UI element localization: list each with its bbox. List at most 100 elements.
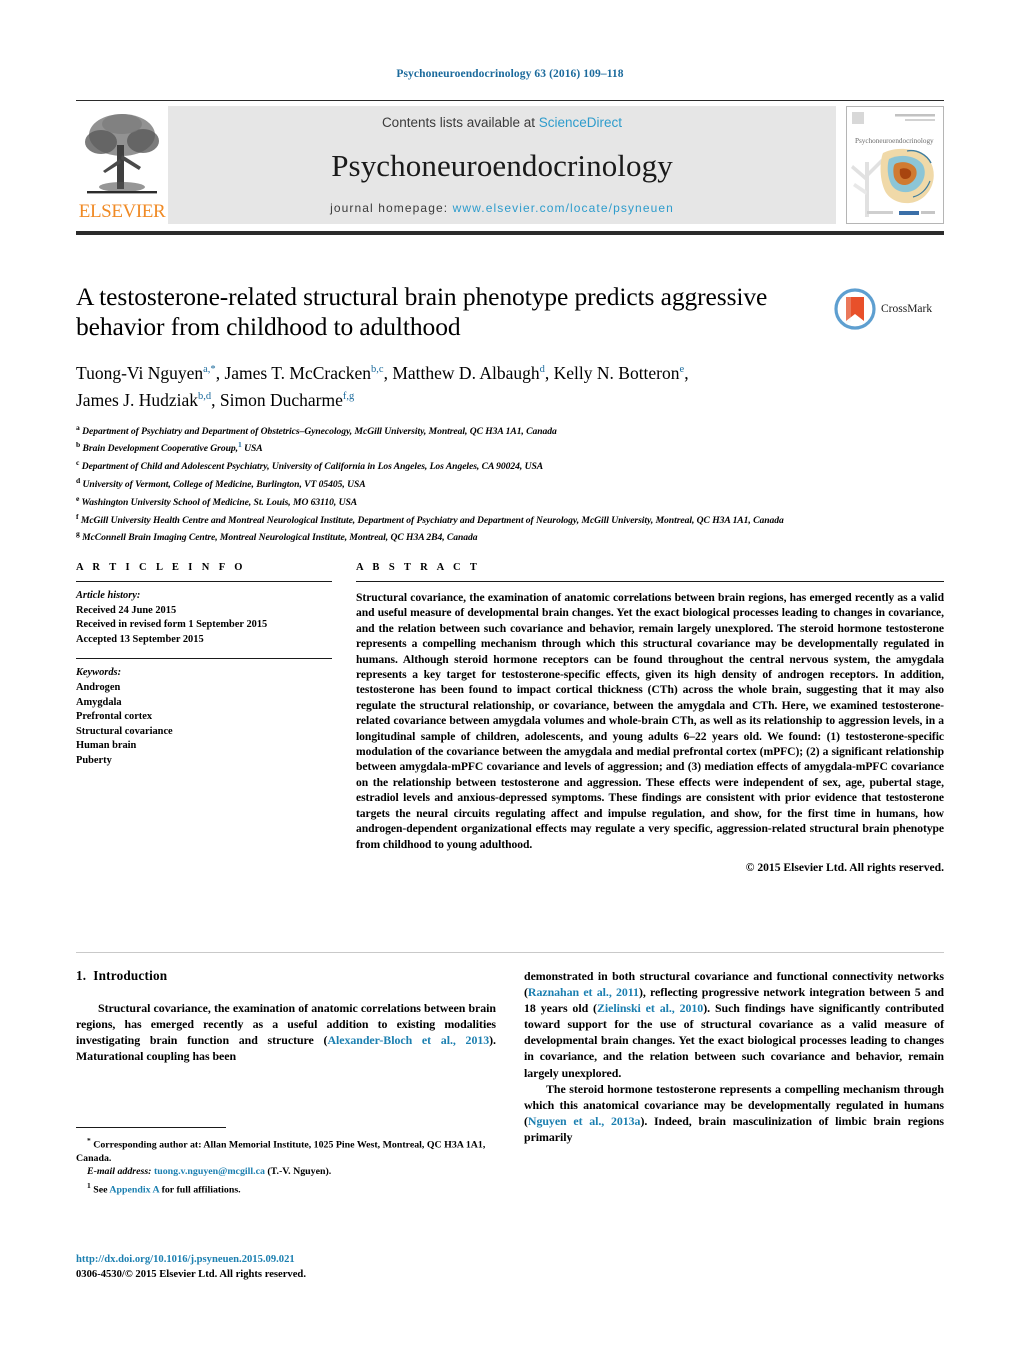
keyword-item[interactable]: Puberty <box>76 755 112 766</box>
affiliation-item: f McGill University Health Centre and Mo… <box>76 510 944 528</box>
affiliation-text-cont: USA <box>241 443 263 455</box>
affiliation-item: g McConnell Brain Imaging Centre, Montre… <box>76 527 944 545</box>
author-affil-mark[interactable]: b,c <box>371 364 384 375</box>
journal-title: Psychoneuroendocrinology <box>331 147 673 183</box>
footnote-rule <box>76 1127 226 1128</box>
author-affil-mark[interactable]: b,d <box>198 391 211 402</box>
homepage-prefix: journal homepage: <box>330 201 453 215</box>
page-title: A testosterone-related structural brain … <box>76 282 768 341</box>
author-affil-mark[interactable]: d <box>540 364 545 375</box>
crossmark-badge[interactable]: CrossMark <box>834 286 944 332</box>
email-suffix: (T.-V. Nguyen). <box>264 1166 332 1178</box>
abstract-block: A B S T R A C T Structural covariance, t… <box>356 562 944 874</box>
doi-footer: http://dx.doi.org/10.1016/j.psyneuen.201… <box>76 1252 506 1282</box>
author-name: Simon Ducharme <box>219 389 343 410</box>
affiliation-item: c Department of Child and Adolescent Psy… <box>76 456 944 474</box>
keywords-label: Keywords: <box>76 667 122 679</box>
affiliation-text: Brain Development Cooperative Group, <box>82 443 238 455</box>
section-title: Introduction <box>93 968 168 983</box>
paragraph: The steroid hormone testosterone represe… <box>524 1081 944 1145</box>
affiliation-mark: c <box>76 458 80 468</box>
journal-homepage-line: journal homepage: www.elsevier.com/locat… <box>330 201 674 215</box>
author-name: Matthew D. Albaugh <box>392 362 540 383</box>
affiliation-mark: f <box>76 511 79 521</box>
keyword-item[interactable]: Structural covariance <box>76 726 173 737</box>
section-number: 1. <box>76 968 87 983</box>
elsevier-wordmark: ELSEVIER <box>78 201 166 222</box>
affiliation-mark: g <box>76 529 80 539</box>
author-name: Kelly N. Botteron <box>553 362 680 383</box>
citation-link[interactable]: Alexander-Bloch et al., 2013 <box>327 1033 489 1047</box>
abstract-rule <box>356 581 944 582</box>
paragraph: Structural covariance, the examination o… <box>76 1000 496 1064</box>
abstract-copyright: © 2015 Elsevier Ltd. All rights reserved… <box>745 860 944 874</box>
footnote-corresponding-author: * Corresponding author at: Allan Memoria… <box>76 1134 496 1165</box>
issn-copyright-line: 0306-4530/© 2015 Elsevier Ltd. All right… <box>76 1269 306 1280</box>
footnote-text-cont: for full affiliations. <box>159 1183 241 1195</box>
article-info-rule <box>76 581 332 582</box>
affiliation-item: d University of Vermont, College of Medi… <box>76 474 944 492</box>
affiliation-text: McConnell Brain Imaging Centre, Montreal… <box>82 532 478 544</box>
author-affil-mark[interactable]: a,* <box>203 364 216 375</box>
affiliation-mark: e <box>76 493 80 503</box>
affiliation-text: Washington University School of Medicine… <box>81 496 358 508</box>
affiliation-text: Department of Psychiatry and Department … <box>82 425 557 437</box>
affiliation-list: a Department of Psychiatry and Departmen… <box>76 421 944 545</box>
keywords-rule <box>76 658 332 660</box>
history-item: Accepted 13 September 2015 <box>76 633 204 645</box>
article-header: A testosterone-related structural brain … <box>76 282 944 545</box>
body-separator-rule <box>76 952 944 953</box>
email-label: E-mail address: <box>87 1166 152 1178</box>
body-column-left: 1. Introduction Structural covariance, th… <box>76 968 496 1064</box>
author-affil-mark[interactable]: f,g <box>343 391 354 402</box>
affiliation-mark: d <box>76 476 81 485</box>
abstract-text: Structural covariance, the examination o… <box>356 591 944 851</box>
affiliation-mark: a <box>76 422 80 432</box>
keyword-item[interactable]: Prefrontal cortex <box>76 711 152 722</box>
citation-link[interactable]: Nguyen et al., 2013a <box>528 1114 641 1128</box>
keywords-list: Keywords: Androgen Amygdala Prefrontal c… <box>76 666 332 768</box>
abstract-heading: A B S T R A C T <box>356 562 481 573</box>
masthead-center: Contents lists available at ScienceDirec… <box>168 106 836 224</box>
article-info-heading: A R T I C L E I N F O <box>76 562 246 573</box>
sciencedirect-link[interactable]: ScienceDirect <box>539 115 622 130</box>
masthead-top-rule <box>76 100 944 101</box>
citation-link[interactable]: Raznahan et al., 2011 <box>528 985 639 999</box>
affiliation-item: e Washington University School of Medici… <box>76 492 944 510</box>
affiliation-item: a Department of Psychiatry and Departmen… <box>76 421 944 439</box>
article-info-block: A R T I C L E I N F O Article history: R… <box>76 562 332 769</box>
history-item: Received 24 June 2015 <box>76 604 177 616</box>
affiliation-item: b Brain Development Cooperative Group,1 … <box>76 438 944 456</box>
article-history-label: Article history: <box>76 590 141 601</box>
author-name: James J. Hudziak <box>76 389 198 410</box>
contents-prefix: Contents lists available at <box>381 115 539 130</box>
journal-cover-thumbnail: Psychoneuroendocrinology <box>846 106 944 224</box>
footnote-email: E-mail address: tuong.v.nguyen@mcgill.ca… <box>76 1165 496 1178</box>
contents-available-line: Contents lists available at ScienceDirec… <box>382 115 622 130</box>
author-name: James T. McCracken <box>224 362 372 383</box>
keyword-item[interactable]: Amygdala <box>76 697 122 708</box>
email-link[interactable]: tuong.v.nguyen@mcgill.ca <box>154 1166 265 1177</box>
footnote-text: See <box>90 1183 110 1195</box>
affiliation-text: University of Vermont, College of Medici… <box>82 479 366 491</box>
footnote-text: Corresponding author at: Allan Memorial … <box>76 1139 486 1164</box>
crossmark-label: CrossMark <box>881 303 933 315</box>
author-affil-mark[interactable]: e <box>680 364 685 375</box>
article-history: Article history: Received 24 June 2015 R… <box>76 589 332 647</box>
elsevier-tree-icon <box>85 114 159 194</box>
affiliation-text: Department of Child and Adolescent Psych… <box>81 461 544 473</box>
appendix-link[interactable]: Appendix A <box>109 1184 159 1195</box>
keyword-item[interactable]: Human brain <box>76 740 136 751</box>
paper-page: Psychoneuroendocrinology 63 (2016) 109–1… <box>0 0 1020 1351</box>
history-item: Received in revised form 1 September 201… <box>76 619 268 631</box>
doi-link[interactable]: http://dx.doi.org/10.1016/j.psyneuen.201… <box>76 1252 506 1267</box>
citation-link[interactable]: Zielinski et al., 2010 <box>597 1001 703 1015</box>
section-heading-introduction: 1. Introduction <box>76 968 496 984</box>
journal-homepage-link[interactable]: www.elsevier.com/locate/psyneuen <box>453 201 674 215</box>
keyword-item[interactable]: Androgen <box>76 682 120 693</box>
affiliation-mark: b <box>76 440 81 450</box>
cover-artwork: Psychoneuroendocrinology <box>847 107 941 223</box>
footnote-appendix: 1 See Appendix A for full affiliations. <box>76 1179 496 1197</box>
author-list: Tuong-Vi Nguyena,*, James T. McCrackenb,… <box>76 362 689 410</box>
elsevier-logo: ELSEVIER <box>76 106 168 224</box>
